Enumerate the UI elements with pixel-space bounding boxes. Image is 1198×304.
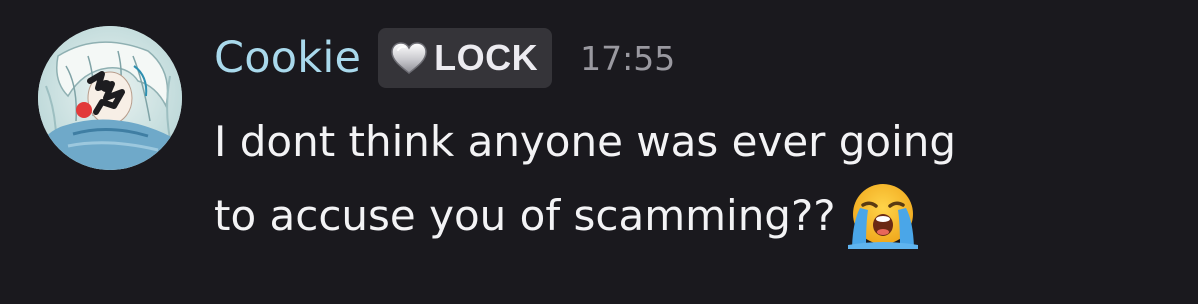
loudly-crying-face-icon [846,181,920,249]
tag-label: LOCK [434,37,539,78]
username[interactable]: Cookie [214,33,361,83]
chat-message: Cookie LOCK 17:55 I dont think anyone wa… [0,0,1198,304]
server-tag[interactable]: LOCK [378,28,553,88]
message-content: I dont think anyone was ever going to ac… [214,105,1174,253]
timestamp[interactable]: 17:55 [580,39,675,78]
heart-icon [390,41,428,75]
message-line-2-text: to accuse you of scamming?? [214,191,836,240]
message-line-2: to accuse you of scamming?? [214,179,1174,253]
message-line-1: I dont think anyone was ever going [214,117,957,166]
message-header: Cookie LOCK 17:55 [214,26,675,90]
avatar[interactable] [38,26,182,170]
